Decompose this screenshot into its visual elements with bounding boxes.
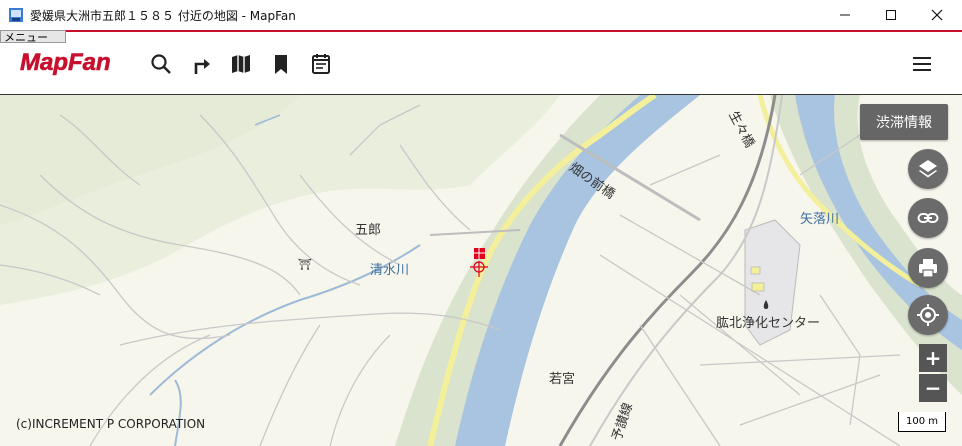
close-icon — [931, 9, 943, 21]
current-location-button[interactable] — [908, 295, 948, 335]
zoom-out-button[interactable]: − — [919, 374, 947, 402]
traffic-info-button[interactable]: 渋滞情報 — [860, 104, 948, 140]
label-yaochi-river: 矢落川 — [800, 212, 840, 227]
bookmark-icon[interactable] — [269, 52, 293, 76]
hamburger-menu-icon[interactable] — [910, 52, 934, 76]
layers-icon — [919, 160, 937, 178]
calendar-icon[interactable] — [309, 52, 333, 76]
map-base — [0, 95, 962, 446]
print-icon — [919, 259, 937, 278]
close-button[interactable] — [914, 0, 960, 30]
map-icon[interactable] — [229, 52, 253, 76]
app-icon — [9, 8, 23, 22]
toolbar: MapFan — [0, 32, 962, 95]
location-icon — [917, 304, 939, 326]
layers-button[interactable] — [908, 149, 948, 189]
window-titlebar: 愛媛県大洲市五郎１５８５ 付近の地図 - MapFan — [0, 0, 962, 30]
label-goro: 五郎 — [355, 223, 382, 238]
map-canvas[interactable]: 五郎 清水川 ⛩ 畑の前橋 生々橋 矢落川 肱北浄化センター 若宮 予讃線 — [0, 95, 962, 446]
print-button[interactable] — [908, 248, 948, 288]
link-icon — [917, 213, 939, 223]
label-facility: 肱北浄化センター — [716, 316, 821, 331]
label-wakamiya: 若宮 — [549, 372, 576, 387]
minimize-button[interactable] — [822, 0, 868, 30]
zoom-in-button[interactable]: + — [919, 344, 947, 372]
window-title: 愛媛県大洲市五郎１５８５ 付近の地図 - MapFan — [30, 9, 296, 23]
minimize-icon — [840, 14, 850, 16]
maximize-icon — [886, 10, 896, 20]
maximize-button[interactable] — [868, 0, 914, 30]
copyright: (c)INCREMENT P CORPORATION — [16, 417, 206, 431]
menu-tag[interactable]: メニュー — [0, 30, 66, 44]
link-button[interactable] — [908, 198, 948, 238]
label-seisui-river: 清水川 — [370, 263, 410, 278]
shrine-mark: ⛩ — [298, 258, 312, 271]
search-icon[interactable] — [149, 52, 173, 76]
mapfan-logo[interactable]: MapFan — [18, 48, 126, 76]
route-icon[interactable] — [190, 52, 214, 76]
scale-bar: 100 m — [898, 412, 946, 432]
logo-text: MapFan — [20, 49, 111, 76]
